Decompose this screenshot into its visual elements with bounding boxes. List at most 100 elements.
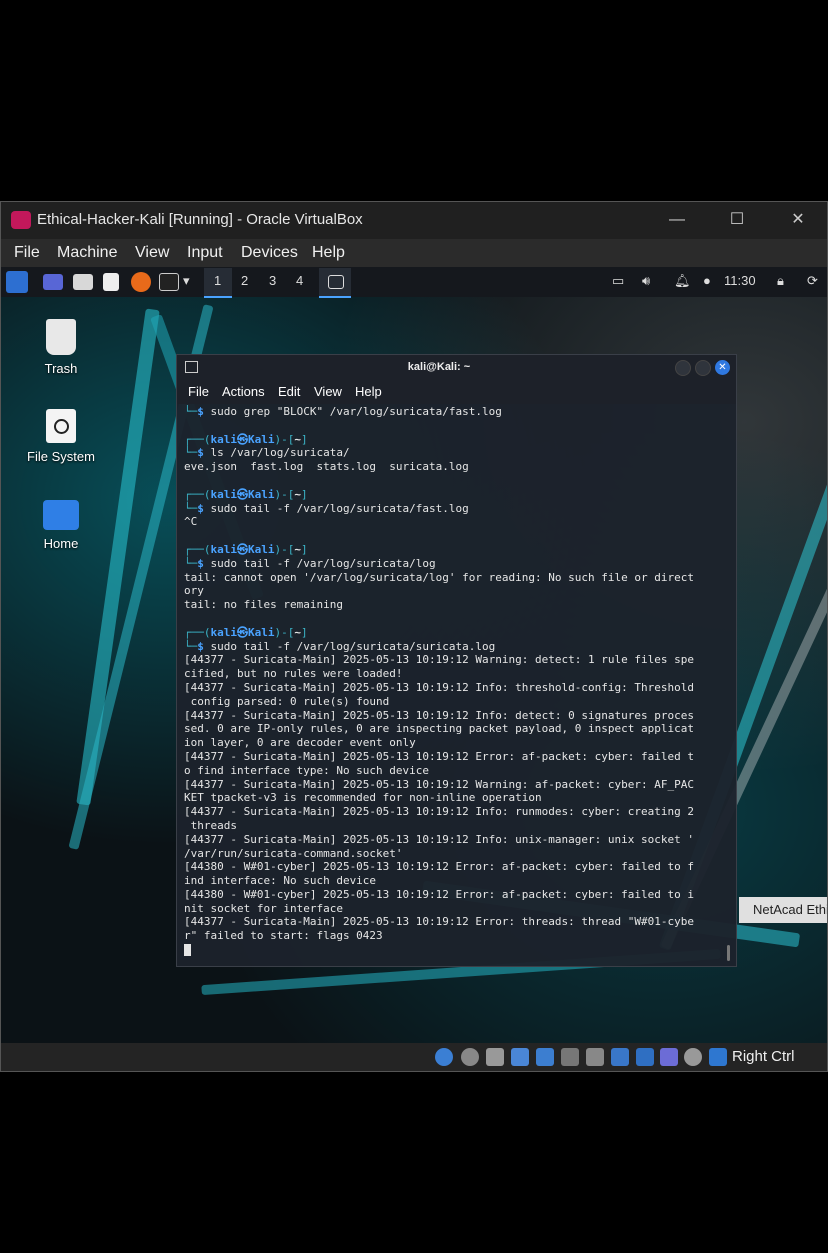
prompt-frame: ┌──(: [184, 625, 211, 639]
vt-x-icon[interactable]: [660, 1048, 678, 1066]
terminal-output-line: [44377 - Suricata-Main] 2025-05-13 10:19…: [184, 777, 694, 791]
workspace-1-label[interactable]: 1: [214, 273, 221, 288]
terminal-command-line: └─$ sudo grep "BLOCK" /var/log/suricata/…: [184, 405, 724, 419]
shared-folder-icon[interactable]: [586, 1048, 604, 1066]
desktop-icon-label: File System: [27, 449, 95, 464]
prompt-frame: └─: [184, 446, 198, 460]
terminal-output-line: ion layer, 0 are decoder event only: [184, 736, 416, 750]
terminal-menu-actions[interactable]: Actions: [222, 384, 265, 399]
terminal-output[interactable]: └─$ sudo grep "BLOCK" /var/log/suricata/…: [184, 405, 724, 960]
firefox-icon[interactable]: [131, 272, 151, 292]
prompt-symbol: $: [197, 639, 211, 653]
vbox-menu-help[interactable]: Help: [312, 244, 345, 262]
host-key-label: Right Ctrl: [732, 1048, 795, 1065]
text-editor-icon[interactable]: [103, 273, 119, 291]
prompt-frame: └─: [184, 501, 198, 515]
workspace-4[interactable]: 4: [296, 273, 303, 288]
prompt-frame: ]: [300, 542, 308, 556]
vbox-menu-devices[interactable]: Devices: [241, 244, 298, 262]
notification-bell-icon[interactable]: 🔔︎: [674, 273, 691, 289]
display-icon[interactable]: [611, 1048, 629, 1066]
terminal-titlebar[interactable]: kali@Kali: ~ ✕: [177, 355, 736, 380]
prompt-frame: )-[: [274, 487, 295, 501]
terminal-output-line: [44377 - Suricata-Main] 2025-05-13 10:19…: [184, 680, 694, 694]
terminal-menu-help[interactable]: Help: [355, 384, 382, 399]
terminal-output-line: [44380 - W#01-cyber] 2025-05-13 10:19:12…: [184, 860, 694, 874]
lock-icon[interactable]: 🔒︎: [777, 273, 784, 289]
kali-menu-icon[interactable]: [6, 271, 28, 293]
minimize-icon[interactable]: —: [663, 208, 691, 232]
close-icon[interactable]: ✕: [715, 360, 730, 375]
terminal-command-line: └─$ sudo tail -f /var/log/suricata/suric…: [184, 640, 724, 654]
prompt-user-host: kali㉿Kali: [210, 487, 275, 501]
command-text: ls /var/log/suricata/: [210, 446, 350, 460]
terminal-menu-file[interactable]: File: [188, 384, 209, 399]
terminal-scrollbar[interactable]: [727, 945, 730, 961]
terminal-output-line: r" failed to start: flags 0423: [184, 929, 383, 943]
desktop-icon-file-system[interactable]: File System: [16, 409, 106, 464]
prompt-frame: ┌──(: [184, 542, 211, 556]
minimize-icon[interactable]: [675, 360, 691, 376]
chevron-down-icon[interactable]: ▾: [183, 273, 190, 289]
terminal-output-line: config parsed: 0 rule(s) found: [184, 694, 390, 708]
terminal-output-line: [44377 - Suricata-Main] 2025-05-13 10:19…: [184, 749, 694, 763]
maximize-icon[interactable]: [695, 360, 711, 376]
terminal-launcher-icon[interactable]: [159, 273, 179, 291]
terminal-output-line: KET tpacket-v3 is recommended for non-in…: [184, 791, 542, 805]
command-text: sudo grep "BLOCK" /var/log/suricata/fast…: [210, 405, 502, 418]
desktop-icon-home[interactable]: Home: [16, 500, 106, 551]
terminal-menu-edit[interactable]: Edit: [278, 384, 300, 399]
close-icon[interactable]: ✕: [784, 208, 812, 232]
vbox-menu-machine[interactable]: Machine: [57, 244, 117, 262]
vbox-menu-input[interactable]: Input: [187, 244, 223, 262]
terminal-menu-view[interactable]: View: [314, 384, 342, 399]
terminal-title: kali@Kali: ~: [407, 361, 471, 373]
terminal-window[interactable]: kali@Kali: ~ ✕ File Actions Edit View He…: [176, 354, 737, 967]
vbox-menu-view[interactable]: View: [135, 244, 169, 262]
maximize-icon[interactable]: ☐: [723, 208, 751, 232]
kali-top-panel: ▾ 1 2 3 4 ▭ 🔊︎ 🔔︎ ● 11:30 🔒︎ ⟳: [1, 267, 827, 298]
show-desktop-icon[interactable]: [43, 274, 63, 290]
network-icon[interactable]: [511, 1048, 529, 1066]
terminal-input-line: [184, 943, 724, 957]
terminal-output-line: [44377 - Suricata-Main] 2025-05-13 10:19…: [184, 653, 694, 667]
recording-icon[interactable]: [636, 1048, 654, 1066]
audio-icon[interactable]: [461, 1048, 479, 1066]
vbox-titlebar[interactable]: Ethical-Hacker-Kali [Running] - Oracle V…: [1, 202, 827, 239]
prompt-frame: └─: [184, 405, 198, 418]
prompt-dir: ~: [294, 432, 301, 446]
floppy-icon[interactable]: [486, 1048, 504, 1066]
mouse-integration-icon[interactable]: [684, 1048, 702, 1066]
prompt-symbol: $: [197, 501, 211, 515]
prompt-frame: )-[: [274, 542, 295, 556]
vbox-window-title: Ethical-Hacker-Kali [Running] - Oracle V…: [37, 211, 363, 228]
terminal-window-icon: [328, 275, 344, 289]
usb-icon[interactable]: [561, 1048, 579, 1066]
workspace-2[interactable]: 2: [241, 273, 248, 288]
display-icon[interactable]: ▭: [612, 273, 624, 289]
terminal-prompt-line: ┌──(kali㉿Kali)-[~]: [184, 488, 724, 502]
keyboard-capture-icon[interactable]: [709, 1048, 727, 1066]
text-cursor: [184, 944, 191, 957]
optical-drive-icon[interactable]: [435, 1048, 453, 1066]
terminal-output-line: ind interface: No such device: [184, 874, 377, 888]
prompt-user-host: kali㉿Kali: [210, 432, 275, 446]
logout-icon[interactable]: ⟳: [807, 273, 818, 289]
power-status-icon[interactable]: ●: [703, 273, 711, 288]
vbox-menu-file[interactable]: File: [14, 244, 40, 262]
terminal-output-line: [44377 - Suricata-Main] 2025-05-13 10:19…: [184, 915, 694, 929]
terminal-output-line: /var/run/suricata-command.socket': [184, 846, 403, 860]
command-text: sudo tail -f /var/log/suricata/log: [210, 556, 436, 570]
file-manager-icon[interactable]: [73, 274, 93, 290]
network-adapter-icon[interactable]: [536, 1048, 554, 1066]
desktop-icon-trash[interactable]: Trash: [16, 319, 106, 376]
terminal-output-line: o find interface type: No such device: [184, 763, 430, 777]
clock[interactable]: 11:30: [724, 273, 756, 288]
terminal-command-line: └─$ sudo tail -f /var/log/suricata/fast.…: [184, 502, 724, 516]
workspace-3[interactable]: 3: [269, 273, 276, 288]
vbox-menubar: File Machine View Input Devices Help: [1, 239, 827, 267]
prompt-user-host: kali㉿Kali: [210, 625, 275, 639]
prompt-dir: ~: [294, 542, 301, 556]
volume-icon[interactable]: 🔊︎: [642, 273, 650, 289]
